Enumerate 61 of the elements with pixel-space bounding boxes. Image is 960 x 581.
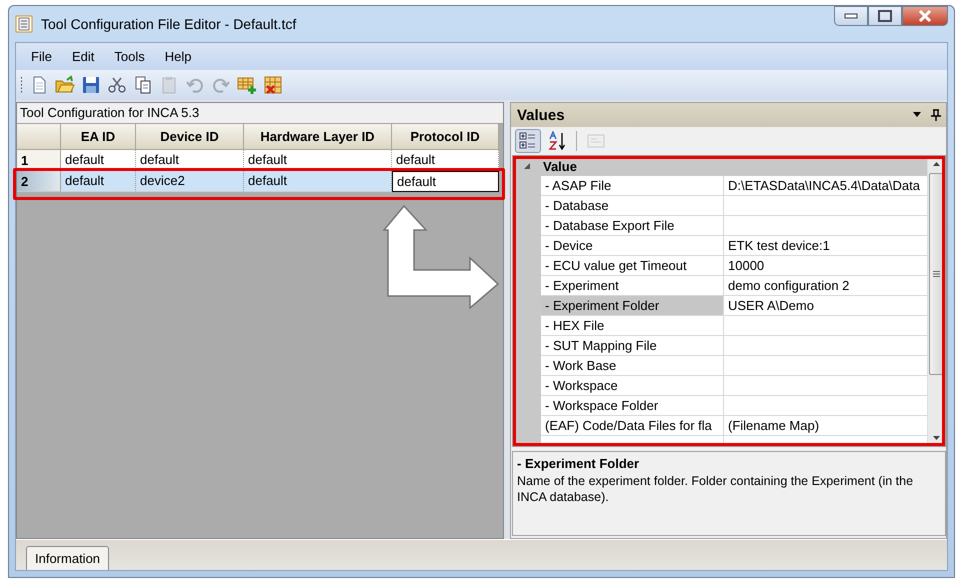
sort-az-icon — [548, 131, 566, 151]
window-title: Tool Configuration File Editor - Default.tcf — [41, 16, 298, 32]
dropdown-icon[interactable] — [912, 109, 922, 119]
add-row-icon[interactable] — [237, 75, 257, 95]
copy-icon[interactable] — [133, 75, 153, 95]
table-cell: device2 — [136, 171, 244, 192]
categorized-view-button[interactable] — [515, 129, 541, 153]
property-value[interactable]: demo configuration 2 — [724, 276, 927, 296]
document-icon — [15, 15, 33, 33]
description-text: Name of the experiment folder. Folder containing the Experiment (in the INCA database). — [517, 473, 914, 505]
row-header[interactable]: 2 — [17, 171, 61, 192]
property-name[interactable]: - ASAP File — [541, 176, 724, 196]
table-cell: default — [61, 171, 136, 192]
description-title: - Experiment Folder — [517, 456, 640, 471]
property-pages-icon — [587, 133, 605, 149]
property-name[interactable]: - Device — [541, 236, 724, 256]
delete-row-icon[interactable] — [263, 75, 283, 95]
property-name[interactable]: - Workspace — [541, 376, 724, 396]
close-icon — [918, 10, 932, 22]
panel-caption: Tool Configuration for INCA 5.3 — [17, 103, 503, 124]
maximize-button[interactable] — [868, 6, 902, 26]
scissors-icon[interactable] — [107, 75, 127, 95]
pin-icon[interactable] — [930, 109, 942, 121]
property-name[interactable]: - HEX File — [541, 316, 724, 336]
menu-item[interactable]: Edit — [62, 46, 104, 67]
open-folder-icon[interactable] — [55, 75, 75, 95]
expand-icon[interactable] — [523, 162, 531, 170]
property-name[interactable]: - Experiment Folder — [541, 296, 724, 316]
close-button[interactable] — [902, 6, 948, 26]
property-value[interactable]: USER A\Demo — [724, 296, 927, 316]
table-cell: default — [244, 171, 392, 192]
property-name[interactable]: (EAF) Code/Data Files for fla — [541, 416, 724, 436]
column-header[interactable]: Hardware Layer ID — [244, 124, 392, 150]
property-name[interactable]: - Database Export File — [541, 216, 724, 236]
column-header[interactable]: Protocol ID — [392, 124, 499, 150]
minimize-icon — [844, 13, 858, 19]
panel-title: Values — [517, 106, 565, 124]
tab[interactable]: Information — [26, 546, 110, 570]
minimize-button[interactable] — [834, 6, 868, 26]
column-header[interactable]: EA ID — [61, 124, 136, 150]
menu-item[interactable]: File — [22, 46, 61, 67]
menu-item[interactable]: Tools — [105, 46, 154, 67]
property-name[interactable]: - Work Base — [541, 356, 724, 376]
property-value[interactable]: ETK test device:1 — [724, 236, 927, 256]
property-value[interactable]: 10000 — [724, 256, 927, 276]
property-name[interactable]: - Workspace Folder — [541, 396, 724, 416]
maximize-icon — [878, 10, 892, 22]
category-label: Value — [543, 158, 577, 174]
property-name[interactable]: - SUT Mapping File — [541, 336, 724, 356]
save-icon[interactable] — [81, 75, 101, 95]
property-value[interactable]: D:\ETASData\INCA5.4\Data\Data — [724, 176, 927, 196]
property-name[interactable]: - ECU value get Timeout — [541, 256, 724, 276]
column-header[interactable]: Device ID — [136, 124, 244, 150]
toolbar-grip — [20, 75, 23, 95]
grip-icon — [933, 271, 940, 277]
menu-item[interactable]: Help — [156, 46, 200, 67]
corner-header — [17, 124, 61, 150]
property-value[interactable]: (Filename Map) — [724, 416, 927, 436]
categorized-icon — [519, 132, 537, 150]
property-name[interactable]: - Database — [541, 196, 724, 216]
cell-editor[interactable]: default — [392, 171, 499, 192]
